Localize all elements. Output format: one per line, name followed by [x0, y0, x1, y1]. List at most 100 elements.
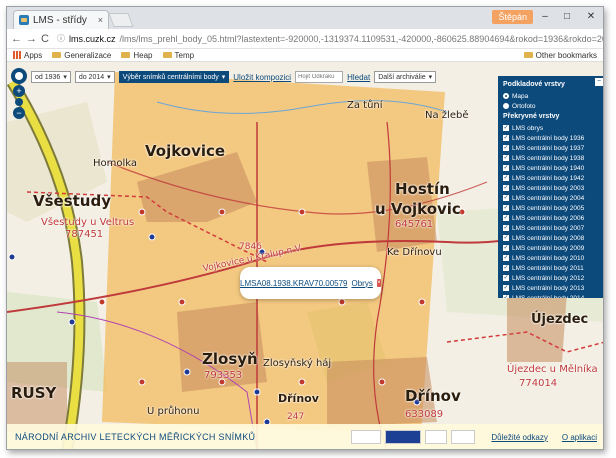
tab-title: LMS - střídy: [33, 14, 87, 26]
checkbox-checked-icon[interactable]: ✓: [503, 285, 509, 291]
browser-window: LMS - střídy × Štěpán – □ ✕ ← → C ⓘ lms.…: [6, 6, 604, 450]
archive-select[interactable]: Další archiválie ▾: [374, 71, 437, 83]
search-link[interactable]: Hledat: [347, 73, 370, 82]
new-tab-button[interactable]: [108, 13, 134, 27]
checkbox-checked-icon[interactable]: ✓: [503, 275, 509, 281]
minimize-button[interactable]: –: [535, 9, 555, 25]
overlay-layer-option[interactable]: ✓ LMS centrální body 2014: [503, 293, 600, 298]
checkbox-checked-icon[interactable]: ✓: [503, 135, 509, 141]
bookmark-other[interactable]: Other bookmarks: [523, 51, 597, 60]
overlay-layer-option[interactable]: ✓ LMS centrální body 2010: [503, 253, 600, 263]
overlay-layer-option[interactable]: ✓ LMS centrální body 2011: [503, 263, 600, 273]
overlay-layer-option[interactable]: ✓ LMS obrys: [503, 123, 600, 133]
checkbox-checked-icon[interactable]: ✓: [503, 145, 509, 151]
checkbox-checked-icon[interactable]: ✓: [503, 205, 509, 211]
partner-logos: [351, 430, 476, 444]
collapse-panel-button[interactable]: −: [595, 78, 603, 86]
bookmarks-bar: Apps Generalizace Heap Temp Other bookma…: [7, 49, 603, 62]
checkbox-checked-icon[interactable]: ✓: [503, 255, 509, 261]
search-input[interactable]: [295, 71, 344, 83]
place-label: 247: [287, 412, 305, 422]
bookmark-label: Heap: [133, 50, 153, 60]
overlay-layer-option[interactable]: ✓ LMS centrální body 2013: [503, 283, 600, 293]
app-title: NÁRODNÍ ARCHIV LETECKÝCH MĚŘICKÝCH SNÍMK…: [15, 432, 256, 442]
checkbox-checked-icon[interactable]: ✓: [503, 265, 509, 271]
chevron-down-icon: ▾: [428, 74, 433, 81]
browser-tab[interactable]: LMS - střídy ×: [13, 10, 109, 29]
folder-icon: [121, 52, 131, 58]
radio-icon[interactable]: [503, 103, 509, 109]
place-label: Dřínov: [405, 387, 461, 405]
checkbox-checked-icon[interactable]: ✓: [503, 125, 509, 131]
important-links-link[interactable]: Důležité odkazy: [491, 433, 547, 442]
bookmark-apps[interactable]: Apps: [13, 51, 42, 60]
radio-checked-icon[interactable]: [503, 93, 509, 99]
map-canvas[interactable]: Za tůní Na žlebě Vojkovice Homolka Všest…: [7, 62, 603, 449]
address-bar[interactable]: ⓘ lms.cuzk.cz/lms/lms_prehl_body_05.html…: [53, 31, 604, 46]
year-from-select[interactable]: od 1936 ▾: [31, 71, 71, 83]
profile-chip[interactable]: Štěpán: [492, 10, 533, 24]
overlay-layer-option[interactable]: ✓ LMS centrální body 2009: [503, 243, 600, 253]
close-window-button[interactable]: ✕: [581, 9, 601, 25]
folder-icon: [52, 52, 62, 58]
image-id-link[interactable]: LMSA08.1938.KRAV70.00579: [240, 279, 347, 288]
overlay-layer-option[interactable]: ✓ LMS centrální body 2012: [503, 273, 600, 283]
zoom-in-button[interactable]: +: [13, 85, 25, 97]
chevron-down-icon: ▾: [107, 74, 111, 81]
zoom-out-button[interactable]: −: [13, 107, 25, 119]
overlay-layer-option[interactable]: ✓ LMS centrální body 2003: [503, 183, 600, 193]
place-label: Újezdec u Mělníka: [507, 364, 598, 375]
overlay-layer-option[interactable]: ✓ LMS centrální body 1938: [503, 153, 600, 163]
overlay-layer-option[interactable]: ✓ LMS centrální body 2006: [503, 213, 600, 223]
checkbox-checked-icon[interactable]: ✓: [503, 225, 509, 231]
checkbox-checked-icon[interactable]: ✓: [503, 155, 509, 161]
checkbox-checked-icon[interactable]: ✓: [503, 185, 509, 191]
address-path: /lms/lms_prehl_body_05.html?lastextent=-…: [119, 33, 604, 44]
close-icon[interactable]: ×: [376, 279, 381, 287]
checkbox-checked-icon[interactable]: ✓: [503, 295, 509, 298]
overlay-layer-option[interactable]: ✓ LMS centrální body 1937: [503, 143, 600, 153]
overlay-layer-option[interactable]: ✓ LMS centrální body 2005: [503, 203, 600, 213]
bookmark-folder-generalizace[interactable]: Generalizace: [52, 51, 111, 60]
bookmark-folder-temp[interactable]: Temp: [162, 51, 194, 60]
tab-close-icon[interactable]: ×: [98, 15, 103, 25]
checkbox-checked-icon[interactable]: ✓: [503, 195, 509, 201]
reload-icon[interactable]: C: [41, 33, 49, 45]
base-layers-title: Podkladové vrstvy: [503, 81, 565, 88]
checkbox-checked-icon[interactable]: ✓: [503, 235, 509, 241]
maximize-button[interactable]: □: [557, 9, 577, 25]
base-layer-option[interactable]: Mapa: [503, 91, 600, 101]
forward-arrow-icon[interactable]: →: [26, 33, 37, 45]
back-arrow-icon[interactable]: ←: [11, 33, 22, 45]
outline-link[interactable]: Obrys: [351, 279, 372, 288]
app-footer: NÁRODNÍ ARCHIV LETECKÝCH MĚŘICKÝCH SNÍMK…: [7, 424, 603, 449]
checkbox-checked-icon[interactable]: ✓: [503, 165, 509, 171]
about-app-link[interactable]: O aplikaci: [562, 433, 597, 442]
pan-compass-icon[interactable]: [11, 68, 27, 84]
place-label: 7846: [239, 242, 262, 252]
selection-mode-select[interactable]: Výběr snímků centrálními body ▾: [118, 71, 230, 83]
overlay-layer-label: LMS centrální body 1937: [512, 144, 585, 152]
partner-logo: [425, 430, 448, 444]
overlay-layer-option[interactable]: ✓ LMS centrální body 1936: [503, 133, 600, 143]
overlay-layer-option[interactable]: ✓ LMS centrální body 2004: [503, 193, 600, 203]
overlay-layer-option[interactable]: ✓ LMS centrální body 2008: [503, 233, 600, 243]
place-label: 787451: [65, 229, 104, 240]
checkbox-checked-icon[interactable]: ✓: [503, 175, 509, 181]
year-to-select[interactable]: do 2014 ▾: [74, 71, 115, 83]
base-layer-option[interactable]: Ortofoto: [503, 101, 600, 111]
info-icon: ⓘ: [56, 34, 65, 43]
year-to-value: do 2014: [78, 73, 105, 81]
overlay-layer-label: LMS centrální body 1936: [512, 134, 585, 142]
overlay-layer-label: LMS centrální body 2007: [512, 224, 585, 232]
bookmark-folder-heap[interactable]: Heap: [121, 50, 153, 60]
checkbox-checked-icon[interactable]: ✓: [503, 245, 509, 251]
save-composition-link[interactable]: Uložit kompozici: [233, 73, 291, 82]
overlay-layer-option[interactable]: ✓ LMS centrální body 1942: [503, 173, 600, 183]
place-label: Vojkovice: [145, 142, 226, 160]
overlay-layer-option[interactable]: ✓ LMS centrální body 2007: [503, 223, 600, 233]
overlay-layer-label: LMS centrální body 2012: [512, 274, 585, 282]
checkbox-checked-icon[interactable]: ✓: [503, 215, 509, 221]
zoom-level-icon[interactable]: [15, 98, 23, 106]
overlay-layer-option[interactable]: ✓ LMS centrální body 1940: [503, 163, 600, 173]
